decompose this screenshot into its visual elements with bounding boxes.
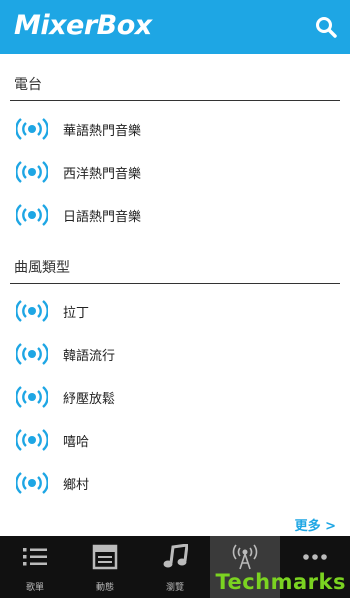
station-label: 華語熱門音樂 [63, 123, 142, 139]
tab-browse[interactable]: 瀏覽 [140, 536, 210, 598]
tab-label: 瀏覽 [165, 583, 184, 593]
genre-label: 韓語流行 [63, 348, 116, 364]
station-item[interactable]: 華語熱門音樂 [0, 109, 350, 149]
genre-label: 紓壓放鬆 [63, 391, 116, 407]
radio-broadcast-icon [16, 300, 48, 322]
radio-broadcast-icon [16, 118, 48, 140]
more-dots-icon [303, 554, 327, 560]
station-item[interactable]: 日語熱門音樂 [0, 195, 350, 235]
genre-label: 鄉村 [63, 477, 90, 493]
app-header: MixerBox [0, 0, 350, 54]
search-icon [316, 17, 337, 38]
antenna-icon [232, 544, 258, 570]
radio-broadcast-icon [16, 343, 48, 365]
tab-label: 動態 [95, 583, 114, 593]
genre-label: 拉丁 [63, 305, 90, 321]
section-divider [10, 283, 340, 284]
station-label: 日語熱門音樂 [63, 209, 142, 225]
radio-broadcast-icon [16, 472, 48, 494]
tab-playlists[interactable]: 歌單 [0, 536, 70, 598]
station-item[interactable]: 西洋熱門音樂 [0, 152, 350, 192]
feed-icon [92, 544, 118, 570]
station-label: 西洋熱門音樂 [63, 166, 142, 182]
radio-broadcast-icon [16, 429, 48, 451]
watermark-text: Techmarks [215, 570, 346, 594]
section-title-radio: 電台 [14, 77, 42, 93]
genre-item[interactable]: 嘻哈 [0, 420, 350, 460]
mixerbox-logo[interactable]: MixerBox [14, 6, 152, 46]
tab-feed[interactable]: 動態 [70, 536, 140, 598]
logo-text: MixerBox [14, 10, 152, 41]
genre-label: 嘻哈 [63, 434, 90, 450]
more-link[interactable]: 更多 > [295, 515, 336, 534]
genre-item[interactable]: 拉丁 [0, 291, 350, 331]
search-button[interactable] [312, 13, 340, 41]
genre-item[interactable]: 紓壓放鬆 [0, 377, 350, 417]
radio-broadcast-icon [16, 386, 48, 408]
section-divider [10, 100, 340, 101]
radio-broadcast-icon [16, 204, 48, 226]
list-icon [23, 548, 47, 566]
tab-label: 歌單 [25, 583, 44, 593]
genre-item[interactable]: 鄉村 [0, 463, 350, 503]
genre-item[interactable]: 韓語流行 [0, 334, 350, 374]
music-note-icon [163, 544, 188, 568]
radio-broadcast-icon [16, 161, 48, 183]
section-title-genres: 曲風類型 [14, 260, 70, 276]
